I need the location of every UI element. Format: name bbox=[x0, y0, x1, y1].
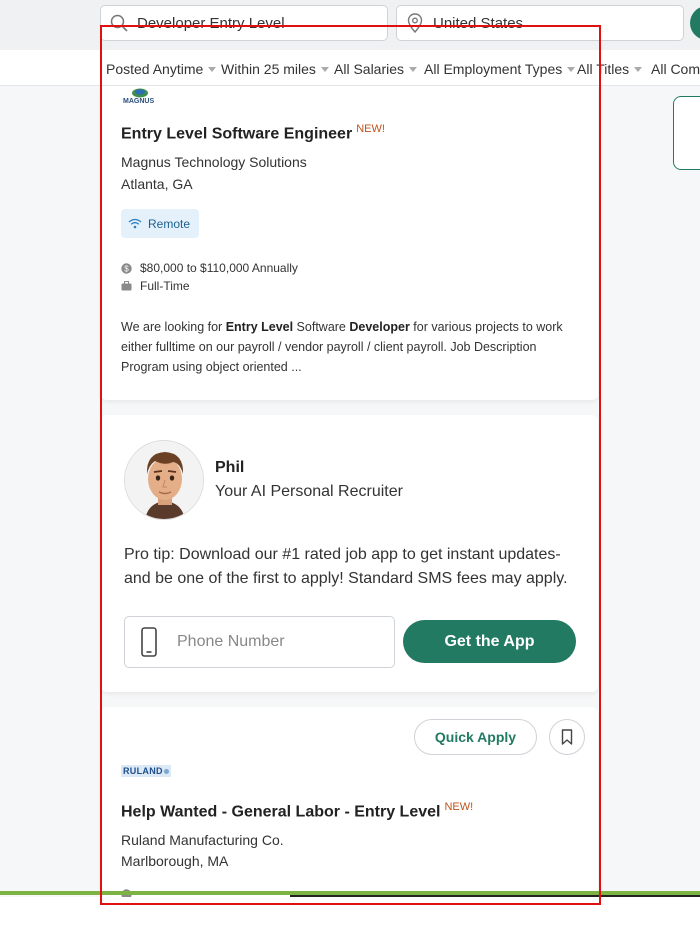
dollar-icon: $ bbox=[121, 262, 132, 274]
job-card[interactable]: MAGNUS Entry Level Software Engineer NEW!… bbox=[101, 86, 598, 400]
job-description: We are looking for Entry Level Software … bbox=[121, 317, 581, 377]
job-title-text: Entry Level Software Engineer bbox=[121, 125, 353, 143]
salary-text: $80,000 to $110,000 Annually bbox=[140, 261, 298, 275]
job-title[interactable]: Help Wanted - General Labor - Entry Leve… bbox=[121, 801, 473, 821]
search-submit-button[interactable] bbox=[690, 6, 700, 40]
company-logo: MAGNUS bbox=[121, 88, 159, 108]
job-location: Atlanta, GA bbox=[121, 176, 193, 192]
filter-label: Posted Anytime bbox=[106, 61, 204, 77]
keyword-value: Developer Entry Level bbox=[137, 14, 285, 32]
company-name: Ruland Manufacturing Co. bbox=[121, 832, 284, 848]
filter-label: All Comp bbox=[651, 61, 700, 77]
desc-text: We are looking for bbox=[121, 320, 226, 334]
recruiter-name: Phil bbox=[215, 459, 245, 476]
chevron-down-icon bbox=[567, 66, 576, 72]
bookmark-button[interactable] bbox=[549, 719, 585, 755]
desc-highlight: Entry Level bbox=[225, 320, 294, 334]
new-badge: NEW! bbox=[356, 123, 385, 135]
job-location: Marlborough, MA bbox=[121, 853, 229, 869]
logo-text: MAGNUS bbox=[123, 98, 155, 105]
briefcase-icon bbox=[121, 281, 132, 292]
desc-text: Software bbox=[293, 320, 350, 334]
job-card[interactable]: Quick Apply RULAND Help Wanted - General… bbox=[101, 707, 598, 907]
filter-salary[interactable]: All Salaries bbox=[334, 61, 418, 77]
phone-number-field[interactable] bbox=[124, 616, 395, 668]
search-icon bbox=[109, 13, 129, 33]
svg-text:$: $ bbox=[124, 264, 129, 273]
filter-titles[interactable]: All Titles bbox=[577, 61, 643, 77]
filter-label: Within 25 miles bbox=[221, 61, 316, 77]
company-name: Magnus Technology Solutions bbox=[121, 154, 307, 170]
salary-row: $ $80,000 to $110,000 Annually bbox=[121, 261, 298, 275]
filter-compensation[interactable]: All Comp bbox=[651, 61, 700, 77]
remote-badge: Remote bbox=[121, 209, 199, 238]
new-badge: NEW! bbox=[444, 801, 474, 813]
side-panel-card[interactable] bbox=[673, 96, 700, 170]
logo-dot bbox=[163, 769, 169, 774]
quick-apply-button[interactable]: Quick Apply bbox=[414, 719, 537, 755]
get-the-app-button[interactable]: Get the App bbox=[403, 620, 576, 663]
wifi-icon bbox=[128, 218, 142, 229]
chevron-down-icon bbox=[320, 66, 329, 72]
filter-posted-date[interactable]: Posted Anytime bbox=[106, 61, 217, 77]
bottom-footer-area bbox=[0, 897, 700, 931]
job-title-text: Help Wanted - General Labor - Entry Leve… bbox=[121, 803, 441, 821]
remote-label: Remote bbox=[148, 216, 191, 231]
search-bar: Developer Entry Level United States bbox=[0, 0, 700, 50]
company-logo: RULAND bbox=[121, 765, 171, 777]
filter-employment-type[interactable]: All Employment Types bbox=[424, 61, 576, 77]
filter-distance[interactable]: Within 25 miles bbox=[221, 61, 329, 77]
phone-icon bbox=[141, 627, 163, 657]
logo-text: RULAND bbox=[123, 766, 163, 776]
recruiter-promo-card: Phil Your AI Personal Recruiter Pro tip:… bbox=[101, 415, 598, 692]
location-pin-icon bbox=[405, 13, 425, 33]
keyword-search-input[interactable]: Developer Entry Level bbox=[100, 5, 388, 41]
filter-bar: Posted Anytime Within 25 miles All Salar… bbox=[0, 50, 700, 86]
recruiter-avatar bbox=[124, 440, 204, 520]
bookmark-icon bbox=[561, 729, 573, 745]
filter-label: All Titles bbox=[577, 61, 630, 77]
filter-label: All Salaries bbox=[334, 61, 405, 77]
location-search-input[interactable]: United States bbox=[396, 5, 684, 41]
location-value: United States bbox=[433, 14, 524, 32]
desc-highlight: Developer bbox=[349, 320, 410, 334]
phone-number-input[interactable] bbox=[177, 633, 377, 651]
chevron-down-icon bbox=[208, 66, 217, 72]
filter-label: All Employment Types bbox=[424, 61, 563, 77]
employment-type-row: Full-Time bbox=[121, 279, 190, 293]
pro-tip-text: Pro tip: Download our #1 rated job app t… bbox=[124, 546, 568, 587]
chevron-down-icon bbox=[634, 66, 643, 72]
chevron-down-icon bbox=[409, 66, 418, 72]
employment-type-text: Full-Time bbox=[140, 279, 190, 293]
recruiter-role: Your AI Personal Recruiter bbox=[215, 483, 403, 500]
job-title[interactable]: Entry Level Software Engineer NEW! bbox=[121, 123, 385, 143]
